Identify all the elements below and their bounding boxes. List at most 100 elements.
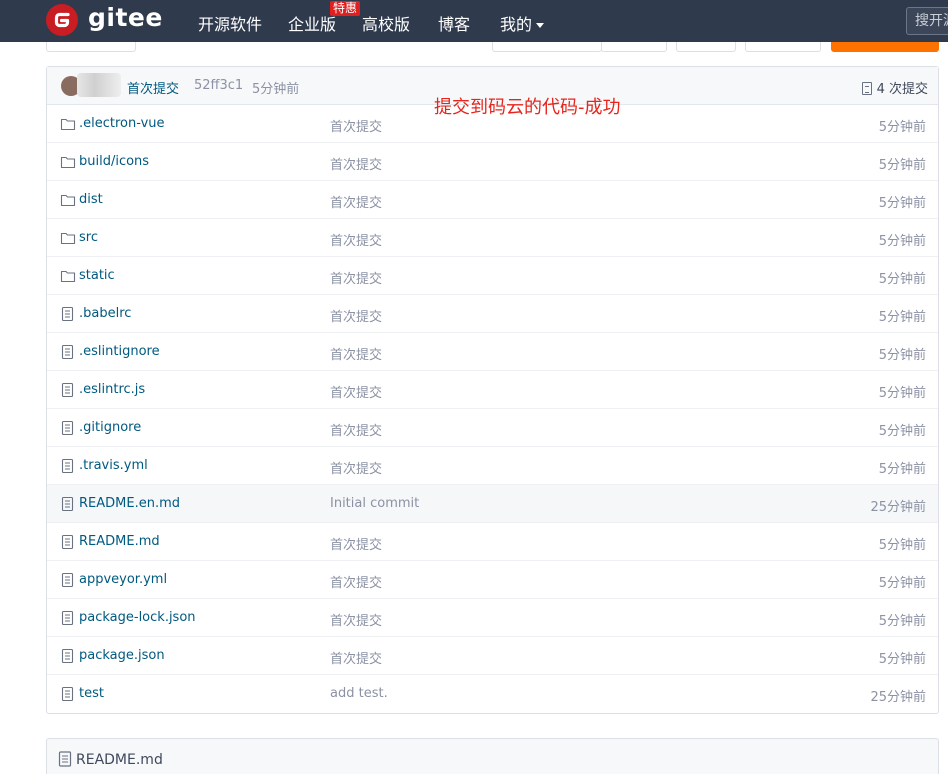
file-row[interactable]: README.md 首次提交 5分钟前 <box>47 523 938 561</box>
readme-panel: README.md <box>46 738 939 774</box>
folder-icon <box>60 192 76 208</box>
file-name-link[interactable]: .babelrc <box>79 306 131 321</box>
folder-icon <box>60 268 76 284</box>
file-name-link[interactable]: appveyor.yml <box>79 572 167 587</box>
brand-name[interactable]: gitee <box>88 3 163 32</box>
file-name-link[interactable]: README.en.md <box>79 496 180 511</box>
file-name-link[interactable]: static <box>79 268 115 283</box>
file-name-link[interactable]: .electron-vue <box>79 116 165 131</box>
file-row[interactable]: package.json 首次提交 5分钟前 <box>47 637 938 675</box>
file-icon <box>60 420 76 436</box>
file-icon <box>60 572 76 588</box>
file-row[interactable]: .travis.yml 首次提交 5分钟前 <box>47 447 938 485</box>
file-row[interactable]: .eslintignore 首次提交 5分钟前 <box>47 333 938 371</box>
file-name-link[interactable]: .eslintignore <box>79 344 160 359</box>
file-commit-time: 5分钟前 <box>878 614 926 629</box>
file-commit-message[interactable]: 首次提交 <box>330 306 382 325</box>
file-commit-time: 5分钟前 <box>878 386 926 401</box>
gitee-logo-icon[interactable] <box>46 4 78 36</box>
file-commit-time: 5分钟前 <box>878 272 926 287</box>
file-row[interactable]: .eslintrc.js 首次提交 5分钟前 <box>47 371 938 409</box>
commit-count-label: 4 次提交 <box>876 82 928 97</box>
branch-select[interactable] <box>46 42 136 52</box>
file-commit-message[interactable]: 首次提交 <box>330 420 382 439</box>
file-icon <box>60 306 76 322</box>
file-commit-message[interactable]: add test. <box>330 686 388 701</box>
commits-icon <box>861 82 872 95</box>
file-row[interactable]: build/icons 首次提交 5分钟前 <box>47 143 938 181</box>
file-commit-message[interactable]: 首次提交 <box>330 230 382 249</box>
file-name-link[interactable]: .gitignore <box>79 420 141 435</box>
file-commit-time: 5分钟前 <box>878 652 926 667</box>
file-name-link[interactable]: package.json <box>79 648 165 663</box>
file-commit-message[interactable]: Initial commit <box>330 496 419 511</box>
commit-message-link[interactable]: 首次提交 <box>127 78 179 97</box>
file-commit-time: 5分钟前 <box>878 424 926 439</box>
file-commit-message[interactable]: 首次提交 <box>330 382 382 401</box>
file-name-link[interactable]: dist <box>79 192 103 207</box>
file-icon <box>60 610 76 626</box>
nav-open-source[interactable]: 开源软件 <box>198 11 262 35</box>
file-name-link[interactable]: README.md <box>79 534 160 549</box>
file-commit-message[interactable]: 首次提交 <box>330 648 382 667</box>
commit-hash[interactable]: 52ff3c1 <box>194 78 243 93</box>
file-commit-message[interactable]: 首次提交 <box>330 344 382 363</box>
file-commit-message[interactable]: 首次提交 <box>330 268 382 287</box>
file-commit-message[interactable]: 首次提交 <box>330 572 382 591</box>
file-rows: .electron-vue 首次提交 5分钟前 build/icons 首次提交 5分钟前… <box>47 105 938 713</box>
file-row[interactable]: .babelrc 首次提交 5分钟前 <box>47 295 938 333</box>
top-navbar: gitee 开源软件 企业版 特惠 高校版 博客 我的 搜开源 <box>0 0 948 42</box>
file-name-link[interactable]: src <box>79 230 98 245</box>
file-row[interactable]: src 首次提交 5分钟前 <box>47 219 938 257</box>
file-commit-message[interactable]: 首次提交 <box>330 116 382 135</box>
file-commit-message[interactable]: 首次提交 <box>330 458 382 477</box>
file-commit-message[interactable]: 首次提交 <box>330 154 382 173</box>
file-row[interactable]: README.en.md Initial commit 25分钟前 <box>47 485 938 523</box>
file-row[interactable]: package-lock.json 首次提交 5分钟前 <box>47 599 938 637</box>
file-name-link[interactable]: .eslintrc.js <box>79 382 145 397</box>
file-icon <box>60 686 76 702</box>
file-row[interactable]: static 首次提交 5分钟前 <box>47 257 938 295</box>
search-input[interactable]: 搜开源 <box>906 7 948 35</box>
file-icon <box>60 496 76 512</box>
nav-mine[interactable]: 我的 <box>500 11 545 35</box>
folder-icon <box>60 154 76 170</box>
file-icon <box>60 458 76 474</box>
file-commit-time: 5分钟前 <box>878 576 926 591</box>
toolbar-control[interactable] <box>676 42 736 52</box>
readme-title: README.md <box>76 752 163 768</box>
chevron-down-icon <box>536 23 545 28</box>
toolbar-control[interactable] <box>745 42 821 52</box>
file-row[interactable]: appveyor.yml 首次提交 5分钟前 <box>47 561 938 599</box>
promo-badge: 特惠 <box>330 1 361 16</box>
toolbar-control[interactable] <box>601 42 667 52</box>
clone-download-button[interactable] <box>831 42 939 52</box>
commit-count-link[interactable]: 4 次提交 <box>861 78 928 97</box>
nav-education[interactable]: 高校版 <box>362 11 410 35</box>
annotation-text: 提交到码云的代码-成功 <box>434 97 621 118</box>
file-commit-time: 25分钟前 <box>870 500 926 515</box>
file-name-link[interactable]: package-lock.json <box>79 610 196 625</box>
toolbar-control[interactable] <box>492 42 602 52</box>
file-icon <box>60 534 76 550</box>
file-name-link[interactable]: .travis.yml <box>79 458 148 473</box>
folder-icon <box>60 116 76 132</box>
nav-enterprise[interactable]: 企业版 <box>288 11 336 35</box>
file-list: 首次提交 52ff3c1 5分钟前 4 次提交 .electron-vue 首次提… <box>46 66 939 714</box>
file-icon <box>60 344 76 360</box>
author-name-redacted <box>77 73 121 97</box>
file-commit-time: 5分钟前 <box>878 196 926 211</box>
file-commit-message[interactable]: 首次提交 <box>330 534 382 553</box>
file-commit-time: 5分钟前 <box>878 348 926 363</box>
file-commit-time: 5分钟前 <box>878 158 926 173</box>
file-name-link[interactable]: build/icons <box>79 154 149 169</box>
file-row[interactable]: dist 首次提交 5分钟前 <box>47 181 938 219</box>
file-commit-message[interactable]: 首次提交 <box>330 610 382 629</box>
file-icon <box>60 382 76 398</box>
file-row[interactable]: .gitignore 首次提交 5分钟前 <box>47 409 938 447</box>
nav-blog[interactable]: 博客 <box>438 11 470 35</box>
commit-time: 5分钟前 <box>252 82 300 97</box>
file-row[interactable]: test add test. 25分钟前 <box>47 675 938 713</box>
file-commit-message[interactable]: 首次提交 <box>330 192 382 211</box>
file-name-link[interactable]: test <box>79 686 104 701</box>
